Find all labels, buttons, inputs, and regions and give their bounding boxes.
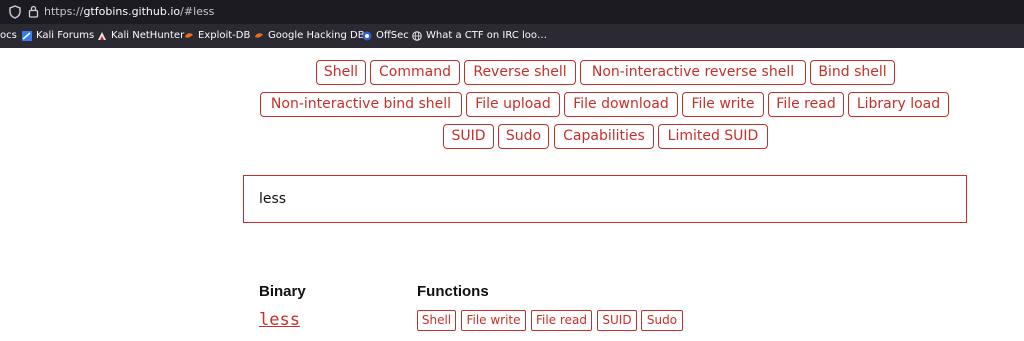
bookmark-label: Kali NetHunter [111,30,185,41]
filter-tag-command[interactable]: Command [370,60,460,85]
bookmark-ctf-irc[interactable]: What a CTF on IRC loo… [412,28,547,44]
function-tag-file-write[interactable]: File write [461,310,526,331]
lock-icon[interactable] [28,5,39,18]
filter-tag-suid[interactable]: SUID [443,124,494,149]
bookmark-label: OffSec [376,30,409,41]
bookmark-kali-nethunter[interactable]: Kali NetHunter [97,28,184,44]
bookmark-label: ocs [0,30,17,41]
bookmarks-toolbar: ocs Kali Forums Kali NetHunter Exploit-D… [0,24,1024,48]
bookmark-offsec[interactable]: OffSec [362,28,409,44]
filter-tag-capabilities[interactable]: Capabilities [554,124,654,149]
filter-tag-reverse-shell[interactable]: Reverse shell [464,60,576,85]
page-content: Shell Command Reverse shell Non-interact… [0,48,1024,341]
filter-tag-non-interactive-bind-shell[interactable]: Non-interactive bind shell [260,92,462,117]
kali-icon [22,31,32,41]
function-tag-sudo[interactable]: Sudo [641,310,683,331]
globe-icon [412,31,422,41]
url-prefix: https:// [44,5,84,18]
bookmark-label: Exploit-DB [198,30,251,41]
browser-url-bar: https://gtfobins.github.io/#less [0,0,1024,24]
functions-column-header: Functions [417,283,489,300]
exploit-db-icon [185,33,193,38]
offsec-icon [362,31,372,41]
url-path: /#less [180,5,215,18]
function-tag-file-read[interactable]: File read [531,310,592,331]
filter-tag-file-upload[interactable]: File upload [466,92,560,117]
binary-link-less[interactable]: less [259,310,300,330]
shield-icon[interactable] [9,5,21,19]
ghdb-icon [255,33,263,38]
search-input[interactable]: less [243,175,967,223]
filter-tag-sudo[interactable]: Sudo [498,124,549,149]
filter-tag-non-interactive-reverse-shell[interactable]: Non-interactive reverse shell [580,60,806,85]
function-tag-shell[interactable]: Shell [417,310,456,331]
filter-tag-bind-shell[interactable]: Bind shell [810,60,895,85]
nethunter-icon [98,32,106,40]
filter-tag-file-write[interactable]: File write [682,92,764,117]
bookmark-exploit-db[interactable]: Exploit-DB [184,28,250,44]
filter-tag-limited-suid[interactable]: Limited SUID [658,124,768,149]
bookmark-google-hacking-db[interactable]: Google Hacking DB [254,28,365,44]
bookmark-docs[interactable]: ocs [0,28,17,44]
binary-column-header: Binary [259,283,306,300]
bookmark-label: Google Hacking DB [268,30,365,41]
filter-tag-shell[interactable]: Shell [316,60,366,85]
bookmark-kali-forums[interactable]: Kali Forums [22,28,94,44]
url-host: gtfobins.github.io [83,5,181,18]
bookmark-label: Kali Forums [36,30,95,41]
address-bar-url[interactable]: https://gtfobins.github.io/#less [44,4,214,20]
filter-tag-file-download[interactable]: File download [564,92,678,117]
filter-tag-library-load[interactable]: Library load [848,92,949,117]
bookmark-label: What a CTF on IRC loo… [426,30,547,41]
function-tag-suid[interactable]: SUID [597,310,637,331]
filter-tag-file-read[interactable]: File read [768,92,844,117]
